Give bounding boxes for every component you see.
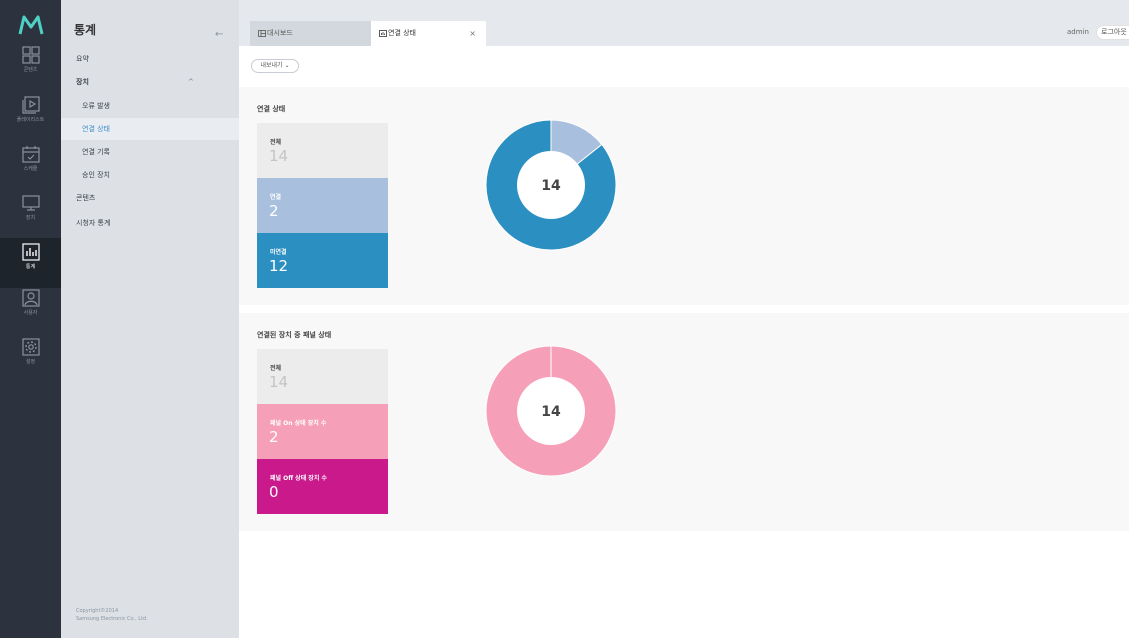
menu-item-device[interactable]: 장치 ^ <box>61 71 239 93</box>
user-icon <box>21 289 40 307</box>
stat-total: 전체 14 <box>257 349 388 404</box>
copyright-line: Copyright©2014 <box>76 608 119 614</box>
icon-rail: 콘텐츠 플레이리스트 스케줄 장치 통계 사용자 설정 <box>0 0 61 638</box>
panel-donut-chart: 14 <box>485 345 617 477</box>
rail-item-schedule[interactable]: 스케줄 <box>0 145 61 195</box>
rail-label: 장치 <box>25 215 36 221</box>
menu-item-approved-devices[interactable]: 승인 장치 <box>61 164 239 186</box>
stat-panel-off: 패널 Off 상태 장치 수 0 <box>257 459 388 514</box>
connection-status-panel: 연결 상태 전체 14 연결 2 미연결 12 14 <box>239 87 1129 305</box>
menu-item-connection-status[interactable]: 연결 상태 <box>61 118 239 140</box>
menu-item-summary[interactable]: 요약 <box>61 48 239 70</box>
stat-disconnected: 미연결 12 <box>257 233 388 288</box>
playlist-icon <box>21 96 40 114</box>
rail-label: 통계 <box>25 264 36 270</box>
gear-icon <box>21 338 40 356</box>
menu-item-content[interactable]: 콘텐츠 <box>61 187 239 209</box>
chart-icon <box>21 243 40 261</box>
rail-label: 사용자 <box>23 310 38 316</box>
menu-item-error[interactable]: 오류 발생 <box>61 95 239 117</box>
stat-total: 전체 14 <box>257 123 388 178</box>
stat-value: 2 <box>269 202 279 220</box>
calendar-icon <box>21 146 40 163</box>
stat-label: 패널 On 상태 장치 수 <box>270 420 327 427</box>
collapse-menu-icon[interactable]: ← <box>215 29 223 40</box>
copyright-line: Samsung Electronic Co., Ltd. <box>76 616 148 622</box>
donut-center-value: 14 <box>541 178 561 194</box>
stat-label: 전체 <box>270 365 282 372</box>
menu-title: 통계 <box>74 23 97 37</box>
stat-label: 전체 <box>270 139 282 146</box>
rail-item-settings[interactable]: 설정 <box>0 338 61 388</box>
side-menu: 통계 ← 요약 장치 ^ 오류 발생 연결 상태 연결 기록 승인 장치 콘텐츠… <box>61 0 239 638</box>
rail-label: 스케줄 <box>23 166 38 172</box>
stat-value: 12 <box>269 257 289 275</box>
stat-connected: 연결 2 <box>257 178 388 233</box>
tab-connection-status[interactable]: 연결 상태 × <box>371 21 486 46</box>
panel-title: 연결 상태 <box>257 105 286 113</box>
logout-button[interactable]: 로그아웃 <box>1096 25 1129 40</box>
rail-label: 콘텐츠 <box>23 67 38 73</box>
rail-item-playlist[interactable]: 플레이리스트 <box>0 96 61 146</box>
rail-item-device[interactable]: 장치 <box>0 194 61 244</box>
rail-item-statistics[interactable]: 통계 <box>0 238 61 288</box>
tab-dashboard[interactable]: 대시보드 <box>250 21 375 46</box>
menu-item-label: 장치 <box>76 78 89 86</box>
stat-value: 2 <box>269 428 279 446</box>
rail-item-user[interactable]: 사용자 <box>0 289 61 339</box>
tab-label: 연결 상태 <box>388 29 416 37</box>
stat-label: 패널 Off 상태 장치 수 <box>270 475 327 482</box>
close-icon[interactable]: × <box>469 21 476 46</box>
grid-icon <box>21 46 40 64</box>
tab-label: 대시보드 <box>267 29 293 37</box>
chevron-up-icon: ^ <box>188 78 194 86</box>
stat-label: 연결 <box>270 194 282 201</box>
copyright: Copyright©2014 Samsung Electronic Co., L… <box>76 607 148 623</box>
magicinfo-logo[interactable] <box>18 14 44 36</box>
panel-status-panel: 연결된 장치 중 패널 상태 전체 14 패널 On 상태 장치 수 2 패널 … <box>239 313 1129 531</box>
username: admin <box>1067 28 1089 36</box>
monitor-icon <box>21 195 40 211</box>
rail-item-content[interactable]: 콘텐츠 <box>0 46 61 96</box>
donut-center-value: 14 <box>541 404 561 420</box>
stat-label: 미연결 <box>270 249 287 256</box>
connection-donut-chart: 14 <box>485 119 617 251</box>
menu-item-viewer-stats[interactable]: 시청자 통계 <box>61 212 239 234</box>
rail-label: 설정 <box>25 359 36 365</box>
stat-value: 0 <box>269 483 279 501</box>
top-bar: 대시보드 연결 상태 × admin 로그아웃 <box>239 0 1129 46</box>
app-window: 콘텐츠 플레이리스트 스케줄 장치 통계 사용자 설정 통계 ← 요약 장치 ^… <box>0 0 1129 638</box>
panel-title: 연결된 장치 중 패널 상태 <box>257 331 332 339</box>
dashboard-icon <box>258 29 266 37</box>
rail-label: 플레이리스트 <box>16 117 45 123</box>
chart-icon <box>379 29 387 37</box>
stat-panel-on: 패널 On 상태 장치 수 2 <box>257 404 388 459</box>
menu-item-connection-history[interactable]: 연결 기록 <box>61 141 239 163</box>
export-button[interactable]: 내보내기 ⌄ <box>251 59 299 73</box>
stat-value: 14 <box>269 147 289 165</box>
stat-value: 14 <box>269 373 289 391</box>
